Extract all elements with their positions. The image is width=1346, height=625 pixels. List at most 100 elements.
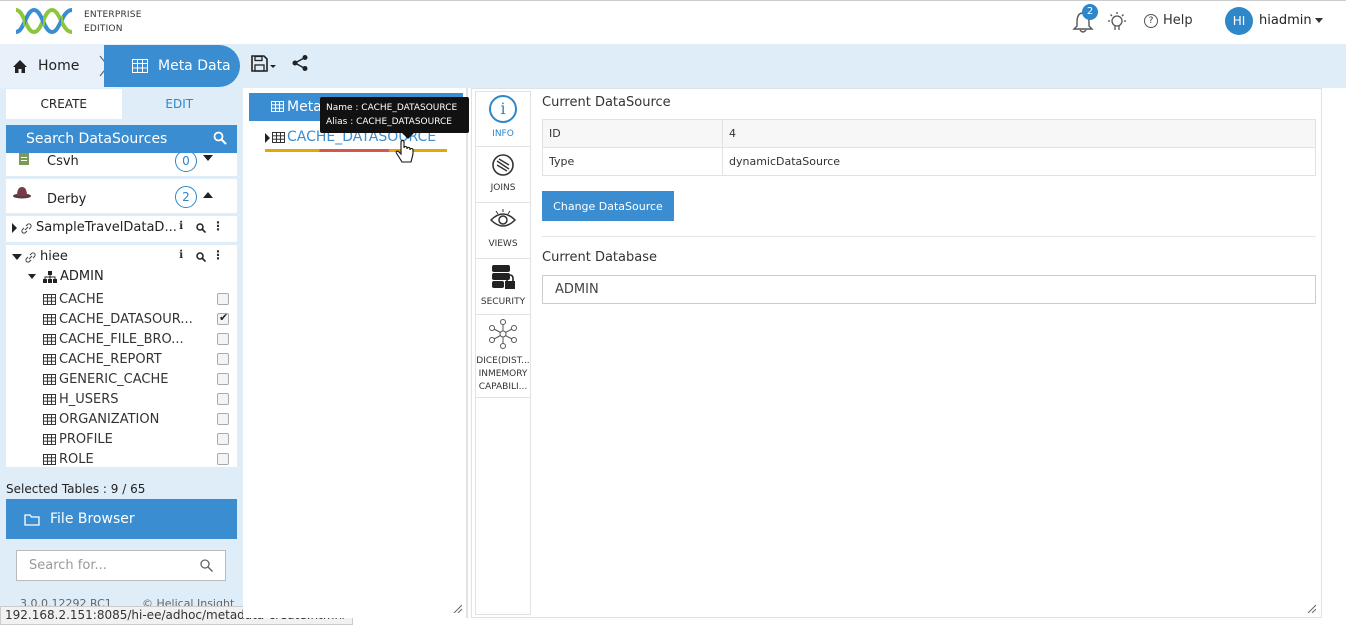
network-nodes-icon [489, 319, 517, 349]
tab-create[interactable]: CREATE [6, 89, 122, 119]
tab-dice[interactable]: DICE(DIST... INMEMORY CAPABILI... [475, 315, 531, 398]
chevron-down-icon[interactable] [12, 254, 22, 260]
tab-info[interactable]: i INFO [475, 91, 531, 147]
tab-dice-label-3: CAPABILI... [478, 382, 528, 392]
chevron-right-icon[interactable] [265, 133, 270, 143]
datasource-count-badge: 0 [175, 153, 197, 172]
datasource-list: Csvh 0 Derby 2 SampleTravelDataD... ℹ ⋮ … [6, 153, 237, 467]
connection-sampletravel[interactable]: SampleTravelDataD... ℹ ⋮ [6, 216, 237, 242]
search-datasources-bar[interactable]: Search DataSources [6, 125, 237, 153]
kebab-menu-icon[interactable]: ⋮ [212, 248, 224, 262]
helical-logo[interactable] [14, 6, 76, 36]
table-icon [272, 132, 285, 143]
table-list-item[interactable]: ORGANIZATION [43, 409, 159, 429]
table-list-item[interactable]: GENERIC_CACHE [43, 369, 168, 389]
tab-security-label: SECURITY [480, 297, 526, 307]
database-lock-icon [492, 265, 515, 289]
table-icon [271, 101, 284, 112]
table-list-item[interactable]: ROLE [43, 449, 94, 467]
help-link[interactable]: ? Help [1144, 13, 1193, 28]
datasource-info-table: ID 4 Type dynamicDataSource [542, 119, 1316, 176]
save-dropdown-icon[interactable] [251, 54, 277, 74]
table-checkbox[interactable] [217, 293, 229, 305]
search-icon[interactable] [200, 559, 213, 572]
table-list-item[interactable]: CACHE_FILE_BRO... [43, 329, 184, 349]
table-icon [43, 293, 56, 305]
datasource-name: Csvh [47, 154, 79, 169]
breadcrumb-current-label: Meta Data [158, 58, 231, 74]
resize-handle-icon[interactable] [452, 603, 462, 613]
table-name: CACHE_REPORT [59, 351, 162, 367]
selected-tables-count: Selected Tables : 9 / 65 [6, 482, 146, 496]
table-icon [43, 433, 56, 445]
table-list-item[interactable]: PROFILE [43, 429, 113, 449]
table-checkbox[interactable] [217, 373, 229, 385]
table-icon [43, 333, 56, 345]
table-name: GENERIC_CACHE [59, 371, 169, 387]
change-datasource-button[interactable]: Change DataSource [542, 191, 674, 221]
derby-hat-icon [13, 187, 31, 199]
help-label: Help [1163, 13, 1193, 28]
breadcrumb-home-label: Home [38, 58, 80, 74]
file-browser-button[interactable]: File Browser [6, 499, 237, 539]
question-circle-icon: ? [1144, 13, 1158, 28]
table-checkbox[interactable] [217, 413, 229, 425]
file-browser-label: File Browser [50, 511, 135, 527]
search-placeholder: Search for... [29, 558, 107, 573]
schema-tree-icon [43, 271, 57, 283]
tab-joins-label: JOINS [490, 183, 516, 193]
lightbulb-icon[interactable] [1107, 11, 1127, 33]
info-icon[interactable]: ℹ [179, 219, 183, 232]
chevron-down-icon[interactable] [28, 274, 36, 279]
breadcrumb-metadata[interactable]: Meta Data [104, 45, 240, 87]
table-checkbox[interactable] [217, 433, 229, 445]
table-checkbox[interactable] [217, 393, 229, 405]
chevron-up-icon[interactable] [203, 192, 213, 198]
metadata-tree-panel [243, 88, 468, 618]
tab-joins[interactable]: JOINS [475, 147, 531, 203]
share-icon[interactable] [291, 54, 309, 72]
table-icon [43, 353, 56, 365]
edition-label: ENTERPRISE EDITION [84, 8, 142, 36]
datasource-count-badge: 2 [175, 186, 197, 208]
datasource-csvh[interactable]: Csvh 0 [6, 153, 237, 175]
tab-security[interactable]: SECURITY [475, 259, 531, 315]
table-checkbox[interactable] [217, 311, 229, 325]
table-checkbox[interactable] [217, 333, 229, 345]
search-icon[interactable] [196, 252, 206, 262]
notification-badge: 2 [1082, 4, 1098, 20]
edition-line1: ENTERPRISE [84, 10, 142, 20]
tab-views[interactable]: VIEWS [475, 203, 531, 259]
table-name: CACHE_FILE_BRO... [59, 331, 184, 347]
connection-name[interactable]: hiee [40, 249, 68, 264]
table-list-item[interactable]: CACHE [43, 289, 104, 309]
user-menu[interactable]: hiadmin [1259, 13, 1323, 28]
table-checkbox[interactable] [217, 353, 229, 365]
current-database-field[interactable]: ADMIN [542, 275, 1316, 304]
tooltip-alias: Alias : CACHE_DATASOURCE [326, 117, 452, 127]
table-icon [43, 313, 56, 325]
datasource-derby[interactable]: Derby 2 [6, 179, 237, 213]
datasource-name: Derby [47, 192, 87, 207]
tab-edit[interactable]: EDIT [121, 89, 237, 119]
chevron-right-icon[interactable] [12, 223, 17, 233]
table-name: CACHE_DATASOUR... [59, 311, 193, 327]
table-checkbox[interactable] [217, 453, 229, 465]
table-list-item[interactable]: H_USERS [43, 389, 119, 409]
table-list-item[interactable]: CACHE_DATASOUR... [43, 309, 193, 329]
search-icon[interactable] [213, 131, 227, 145]
search-input[interactable]: Search for... [16, 550, 226, 581]
table-list-item[interactable]: CACHE_REPORT [43, 349, 162, 369]
table-icon [43, 453, 56, 465]
tooltip-name: Name : CACHE_DATASOURCE [326, 103, 458, 113]
chevron-down-icon[interactable] [203, 155, 213, 161]
search-datasources-label: Search DataSources [26, 131, 168, 147]
search-icon[interactable] [196, 223, 206, 233]
schema-name[interactable]: ADMIN [60, 269, 104, 284]
avatar[interactable]: HI [1225, 7, 1253, 35]
resize-handle-icon[interactable] [1306, 603, 1316, 613]
current-database-title: Current Database [542, 250, 657, 265]
info-icon[interactable]: ℹ [179, 248, 183, 261]
kebab-menu-icon[interactable]: ⋮ [212, 219, 224, 233]
table-name: H_USERS [59, 391, 119, 407]
